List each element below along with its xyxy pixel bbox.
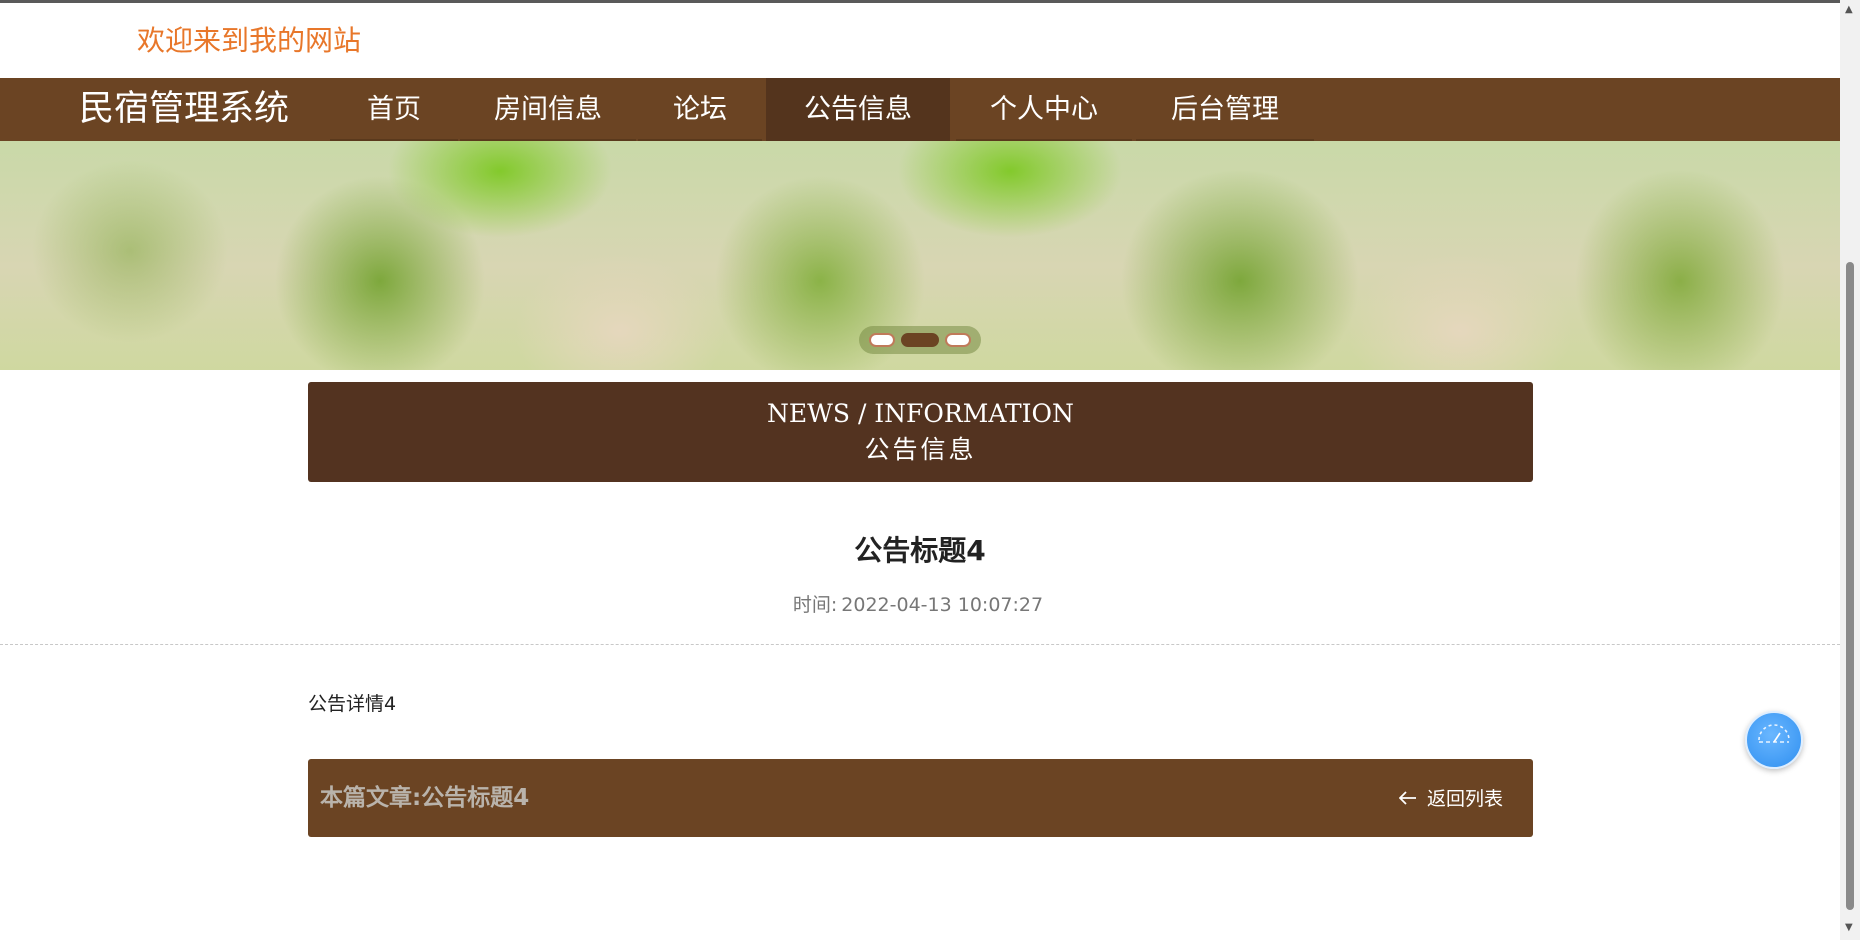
top-bar: 欢迎来到我的网站 [0, 0, 1840, 78]
scroll-down-icon[interactable]: ▼ [1845, 922, 1853, 933]
scroll-up-icon[interactable]: ▲ [1845, 4, 1853, 15]
section-header: NEWS / INFORMATION 公告信息 [308, 382, 1533, 482]
scroll-thumb[interactable] [1846, 262, 1854, 910]
section-title-en: NEWS / INFORMATION [767, 399, 1074, 428]
arrow-left-icon [1398, 783, 1417, 813]
article-time: 时间: 2022-04-13 10:07:27 [0, 591, 1840, 619]
banner-carousel [0, 141, 1840, 370]
divider [0, 644, 1840, 645]
current-article-label: 本篇文章:公告标题4 [320, 785, 530, 811]
floating-action-button[interactable] [1745, 711, 1803, 769]
article-title: 公告标题4 [854, 534, 986, 567]
gauge-icon [1758, 724, 1790, 743]
time-label: 时间: [792, 594, 838, 616]
nav-item-home[interactable]: 首页 [330, 78, 458, 141]
back-to-list-label: 返回列表 [1426, 788, 1503, 810]
carousel-dot-3[interactable] [945, 333, 971, 347]
nav-bar: 民宿管理系统 首页 房间信息 论坛 公告信息 个人中心 后台管理 [0, 78, 1840, 141]
nav-item-admin[interactable]: 后台管理 [1136, 78, 1314, 141]
article-footer: 本篇文章:公告标题4 返回列表 [308, 759, 1533, 837]
carousel-dot-1[interactable] [869, 333, 895, 347]
section-title-cn: 公告信息 [864, 435, 977, 464]
nav-item-notices[interactable]: 公告信息 [766, 78, 950, 141]
nav-item-profile[interactable]: 个人中心 [956, 78, 1132, 141]
carousel-indicator [859, 326, 981, 354]
welcome-text: 欢迎来到我的网站 [137, 24, 362, 57]
page-scrollbar[interactable]: ▲ ▼ [1840, 0, 1860, 940]
back-to-list-link[interactable]: 返回列表 [1398, 783, 1503, 814]
article-content: 公告详情4 [308, 693, 397, 715]
site-brand: 民宿管理系统 [79, 89, 290, 129]
nav-item-forum[interactable]: 论坛 [638, 78, 762, 141]
carousel-dot-2[interactable] [901, 333, 939, 347]
nav-item-rooms[interactable]: 房间信息 [460, 78, 636, 141]
time-value: 2022-04-13 10:07:27 [841, 594, 1044, 616]
